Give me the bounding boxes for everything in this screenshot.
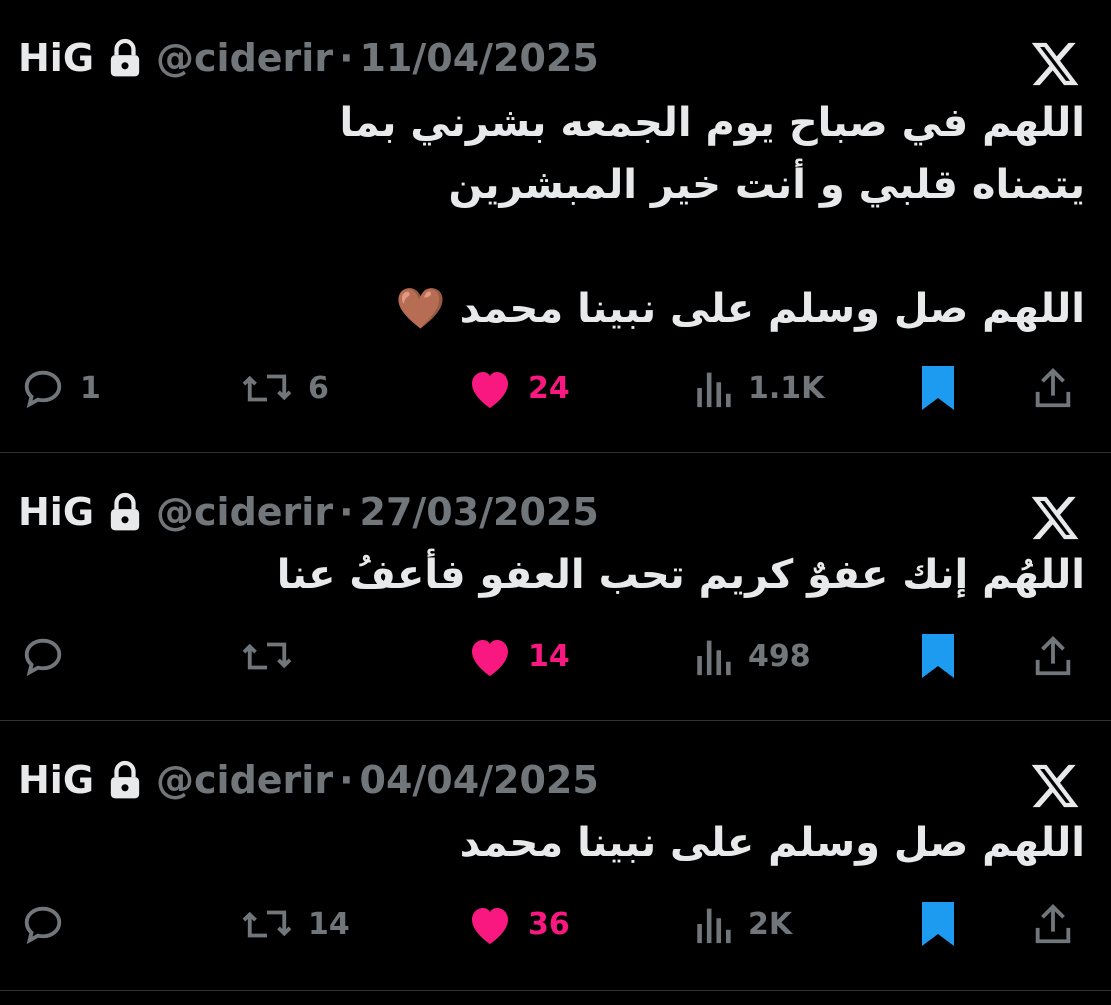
views-button[interactable]: 2K — [692, 894, 792, 954]
share-icon — [1035, 636, 1071, 676]
share-icon — [1035, 368, 1071, 408]
views-icon — [697, 372, 731, 408]
tweet-3[interactable]: HiG @ciderir · 04/04/2025 اللهم صل وسلم … — [0, 750, 1111, 990]
like-button[interactable]: 14 — [466, 626, 570, 686]
views-count: 2K — [748, 906, 793, 942]
tweet-actions: 14 498 — [0, 626, 1111, 686]
tweet-actions: 1 6 24 1.1K — [0, 358, 1111, 418]
views-count: 1.1K — [748, 370, 825, 406]
views-button[interactable]: 1.1K — [692, 358, 824, 418]
x-logo-icon — [1031, 496, 1079, 540]
lock-icon — [110, 760, 140, 799]
tweet-date[interactable]: 27/03/2025 — [360, 490, 599, 534]
like-count: 14 — [528, 638, 570, 674]
like-count: 36 — [528, 906, 570, 942]
repost-icon — [242, 374, 292, 402]
views-icon — [697, 640, 731, 676]
tweet-2[interactable]: HiG @ciderir · 27/03/2025 اللهُم إنك عفو… — [0, 482, 1111, 722]
tweet-text: اللهم في صباح يوم الجمعه بشرني بما يتمنا… — [339, 100, 1085, 332]
views-count: 498 — [748, 638, 811, 674]
author-handle[interactable]: @ciderir — [156, 36, 333, 80]
repost-button[interactable]: 14 — [240, 894, 350, 954]
heart-icon — [472, 372, 508, 408]
tweet-header: HiG @ciderir · 27/03/2025 — [18, 482, 599, 542]
tweet-text: اللهُم إنك عفوٌ كريم تحب العفو فأعفُ عنا — [276, 552, 1085, 598]
tweet-date[interactable]: 04/04/2025 — [360, 758, 599, 802]
tweet-1[interactable]: HiG @ciderir · 11/04/2025 اللهم في صباح … — [0, 28, 1111, 453]
separator-dot: · — [339, 758, 354, 802]
tweet-divider — [0, 990, 1111, 991]
x-logo-icon — [1031, 764, 1079, 808]
share-button[interactable] — [1030, 626, 1076, 686]
bookmark-button[interactable] — [918, 626, 958, 686]
heart-icon — [472, 908, 508, 944]
tweet-actions: 14 36 2K — [0, 894, 1111, 954]
x-logo-icon — [1031, 42, 1079, 86]
bookmark-icon — [922, 634, 954, 678]
tweet-divider — [0, 720, 1111, 721]
lock-icon — [110, 38, 140, 77]
bookmark-icon — [922, 366, 954, 410]
repost-count: 14 — [308, 906, 350, 942]
separator-dot: · — [339, 490, 354, 534]
author-handle[interactable]: @ciderir — [156, 490, 333, 534]
reply-icon — [24, 638, 62, 677]
like-button[interactable]: 24 — [466, 358, 570, 418]
reply-button[interactable]: 1 — [20, 358, 101, 418]
tweet-divider — [0, 452, 1111, 453]
reply-count: 1 — [80, 370, 101, 406]
views-icon — [697, 908, 731, 944]
views-button[interactable]: 498 — [692, 626, 811, 686]
author-name[interactable]: HiG — [18, 758, 94, 802]
share-button[interactable] — [1030, 894, 1076, 954]
lock-icon — [110, 492, 140, 531]
reply-icon — [24, 906, 62, 945]
share-icon — [1035, 904, 1071, 944]
tweet-header: HiG @ciderir · 04/04/2025 — [18, 750, 599, 810]
like-button[interactable]: 36 — [466, 894, 570, 954]
tweet-date[interactable]: 11/04/2025 — [360, 36, 599, 80]
tweet-text: اللهم صل وسلم على نبينا محمد — [459, 820, 1085, 866]
share-button[interactable] — [1030, 358, 1076, 418]
like-count: 24 — [528, 370, 570, 406]
bookmark-button[interactable] — [918, 894, 958, 954]
author-name[interactable]: HiG — [18, 490, 94, 534]
repost-button[interactable]: 6 — [240, 358, 329, 418]
separator-dot: · — [339, 36, 354, 80]
tweet-header: HiG @ciderir · 11/04/2025 — [18, 28, 599, 88]
bookmark-button[interactable] — [918, 358, 958, 418]
repost-icon — [242, 910, 292, 938]
reply-button[interactable] — [20, 894, 80, 954]
reply-button[interactable] — [20, 626, 80, 686]
bookmark-icon — [922, 902, 954, 946]
heart-icon — [472, 640, 508, 676]
repost-button[interactable] — [240, 626, 308, 686]
author-name[interactable]: HiG — [18, 36, 94, 80]
repost-icon — [242, 642, 292, 670]
author-handle[interactable]: @ciderir — [156, 758, 333, 802]
repost-count: 6 — [308, 370, 329, 406]
reply-icon — [24, 370, 62, 409]
